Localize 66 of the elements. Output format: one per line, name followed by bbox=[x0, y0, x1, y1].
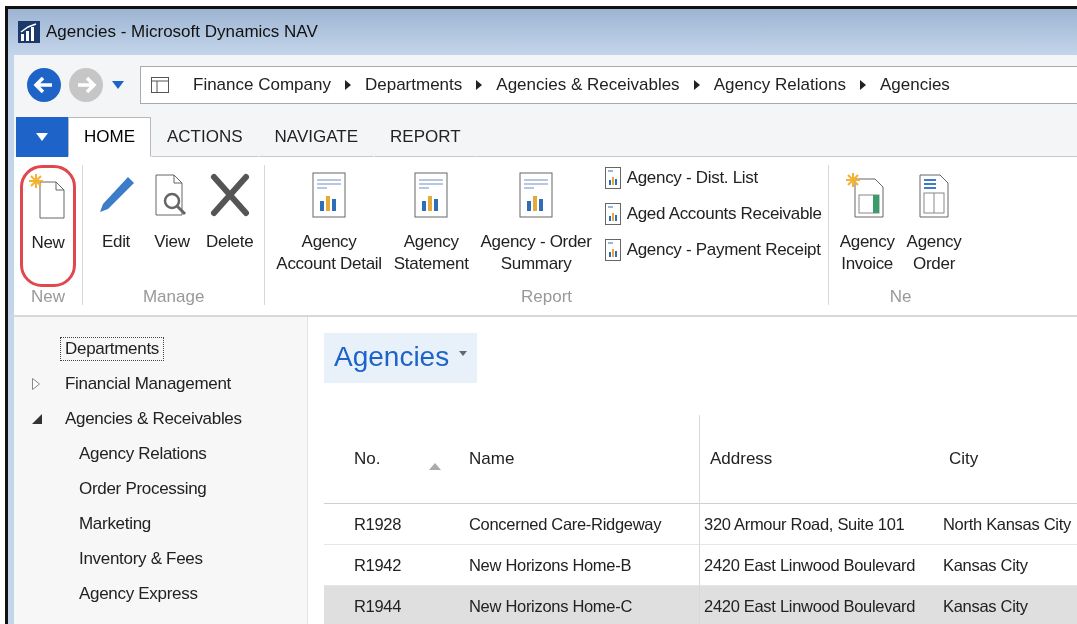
caret-down-icon bbox=[459, 351, 468, 356]
chevron-right-icon bbox=[476, 80, 483, 90]
report-chart-icon bbox=[604, 239, 621, 261]
table-cell: 2420 East Linwood Boulevard bbox=[704, 596, 916, 616]
group-label: Report bbox=[521, 287, 573, 307]
ribbon-button[interactable]: View bbox=[145, 165, 199, 287]
navigation-item[interactable]: Departments bbox=[60, 336, 165, 361]
ribbon-button[interactable]: Agency Account Detail bbox=[271, 165, 387, 287]
chevron-right-icon bbox=[859, 80, 866, 90]
table-cell: New Horizons Home-C bbox=[469, 596, 632, 616]
report-chart-icon bbox=[604, 167, 621, 189]
ribbon-button[interactable]: New bbox=[20, 165, 76, 287]
ribbon-button[interactable]: Edit bbox=[89, 165, 143, 287]
breadcrumb-item[interactable]: Finance Company bbox=[193, 75, 331, 95]
column-header[interactable]: No. bbox=[354, 449, 381, 469]
breadcrumb-item[interactable]: Agencies & Receivables bbox=[496, 75, 680, 95]
dropdown-caret-icon[interactable] bbox=[112, 81, 124, 89]
breadcrumb-item[interactable]: Agency Relations bbox=[713, 75, 846, 95]
caret-down-icon bbox=[36, 133, 48, 141]
window-title: Agencies - Microsoft Dynamics NAV bbox=[46, 22, 318, 42]
ribbon-button[interactable]: Agency Order bbox=[901, 165, 967, 287]
report-chart-icon bbox=[604, 203, 621, 225]
navigation-item[interactable]: Order Processing bbox=[74, 476, 212, 501]
navigation-item[interactable]: Agency Relations bbox=[74, 441, 212, 466]
table-cell: R1942 bbox=[354, 555, 402, 575]
ribbon-button[interactable]: Agency - Payment Receipt bbox=[604, 237, 822, 263]
ribbon-button[interactable]: Delete bbox=[201, 165, 259, 287]
column-header[interactable]: Address bbox=[710, 449, 773, 469]
sort-ascending-icon[interactable] bbox=[429, 463, 441, 470]
navigation-item[interactable]: Financial Management bbox=[60, 371, 236, 396]
table-cell: 2420 East Linwood Boulevard bbox=[704, 555, 916, 575]
ribbon-button[interactable]: Agency - Dist. List bbox=[604, 165, 822, 191]
breadcrumb-item[interactable]: Agencies bbox=[879, 75, 950, 95]
chevron-right-icon bbox=[693, 80, 700, 90]
breadcrumb-item[interactable]: Departments bbox=[364, 75, 463, 95]
ribbon-button[interactable]: Agency Statement bbox=[388, 165, 474, 287]
table-cell: Kansas City bbox=[943, 555, 1028, 575]
chart-icon bbox=[18, 21, 40, 43]
navigation-item[interactable]: Agencies & Receivables bbox=[60, 406, 247, 431]
table-cell: Kansas City bbox=[943, 596, 1028, 616]
app-menu-button[interactable] bbox=[16, 117, 68, 157]
ribbon-button[interactable]: Aged Accounts Receivable bbox=[604, 201, 822, 227]
ribbon-button[interactable]: Agency Invoice bbox=[834, 165, 900, 287]
chevron-right-icon bbox=[344, 80, 351, 90]
back-icon[interactable] bbox=[26, 67, 62, 103]
table-cell: 320 Armour Road, Suite 101 bbox=[704, 514, 905, 534]
collapse-icon[interactable] bbox=[32, 413, 42, 424]
navigation-item[interactable]: Inventory & Fees bbox=[74, 546, 208, 571]
table-icon bbox=[151, 77, 169, 93]
column-header[interactable]: City bbox=[949, 449, 979, 469]
group-label: Ne bbox=[889, 287, 912, 307]
navigation-item[interactable]: Marketing bbox=[74, 511, 156, 536]
table-cell: R1928 bbox=[354, 514, 402, 534]
table-cell: R1944 bbox=[354, 596, 402, 616]
ribbon-button[interactable]: Agency - Order Summary bbox=[475, 165, 597, 287]
group-label: Manage bbox=[142, 287, 205, 307]
ribbon-tab[interactable]: HOME bbox=[68, 117, 151, 157]
table-cell: North Kansas City bbox=[943, 514, 1071, 534]
expand-icon[interactable] bbox=[32, 377, 40, 390]
page-title[interactable]: Agencies bbox=[324, 333, 478, 383]
table-cell: Concerned Care-Ridgeway bbox=[469, 514, 662, 534]
table-cell: New Horizons Home-B bbox=[469, 555, 632, 575]
column-header[interactable]: Name bbox=[469, 449, 515, 469]
address-bar[interactable]: Finance Company Departments Agencies & Receivables Agency Relations Agencies bbox=[140, 66, 1077, 104]
navigation-item[interactable]: Agency Express bbox=[74, 581, 203, 606]
group-label: New bbox=[31, 287, 65, 307]
